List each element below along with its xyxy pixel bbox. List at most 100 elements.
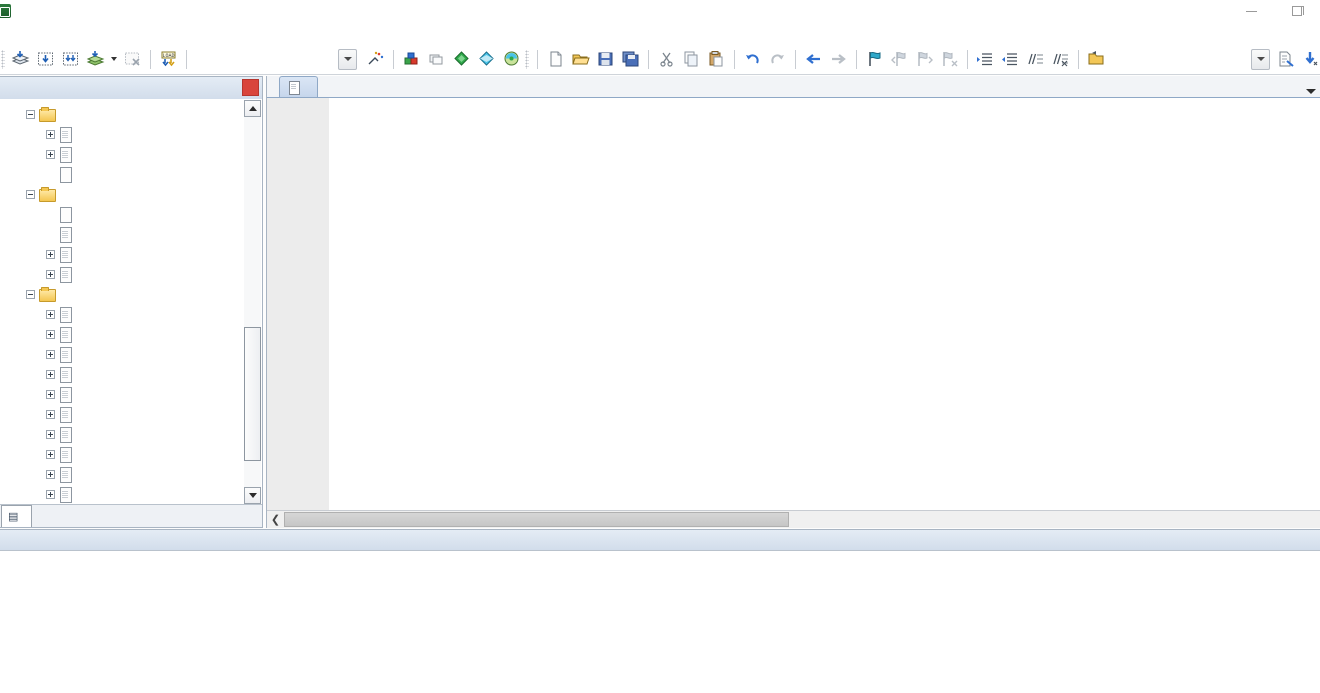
manage-multi-project-button[interactable] (424, 47, 449, 72)
tree-item[interactable] (0, 424, 244, 444)
navigate-forward-button[interactable] (826, 47, 851, 72)
comment-button[interactable] (1023, 47, 1048, 72)
expand-icon[interactable] (46, 270, 55, 279)
menu-item-flash[interactable] (48, 30, 64, 36)
menu-item-edit[interactable] (0, 30, 16, 36)
symbol-dropdown-button[interactable] (1251, 49, 1270, 70)
open-folder-yellow-icon-button[interactable] (1084, 47, 1109, 72)
build-output-content[interactable] (0, 552, 1320, 693)
batch-build-dropdown[interactable] (108, 47, 120, 72)
tree-item[interactable] (0, 104, 244, 124)
tree-item[interactable] (0, 484, 244, 504)
editor-horizontal-scrollbar[interactable]: ❮ (267, 510, 1320, 528)
tree-item[interactable] (0, 284, 244, 304)
expand-icon[interactable] (46, 430, 55, 439)
tree-item[interactable] (0, 224, 244, 244)
project-tree[interactable] (0, 100, 244, 504)
pin-icon[interactable] (222, 79, 239, 96)
manage-project-items-button[interactable] (399, 47, 424, 72)
tree-item[interactable] (0, 344, 244, 364)
hscroll-thumb[interactable] (284, 512, 789, 527)
goto-definition-button[interactable] (1273, 47, 1298, 72)
expand-icon[interactable] (46, 450, 55, 459)
target-options-button[interactable] (363, 47, 388, 72)
expand-icon[interactable] (46, 250, 55, 259)
pack-installer-button[interactable] (474, 47, 499, 72)
menu-item-debug[interactable] (64, 30, 80, 36)
tree-item[interactable] (0, 164, 244, 184)
tree-item[interactable] (0, 404, 244, 424)
target-dropdown-button[interactable] (338, 49, 357, 70)
tree-item[interactable] (0, 184, 244, 204)
expand-icon[interactable] (46, 150, 55, 159)
scroll-left-button[interactable]: ❮ (267, 511, 284, 528)
tab-functions[interactable] (32, 505, 53, 527)
new-file-button[interactable] (543, 47, 568, 72)
tree-item[interactable] (0, 384, 244, 404)
code-content[interactable] (267, 98, 1320, 510)
project-tree-scrollbar[interactable] (244, 100, 261, 504)
close-icon[interactable] (242, 79, 259, 96)
expand-icon[interactable] (46, 370, 55, 379)
tree-item[interactable] (0, 204, 244, 224)
stop-build-button[interactable] (120, 47, 145, 72)
tree-item[interactable] (0, 364, 244, 384)
paste-button[interactable] (704, 47, 729, 72)
clear-bookmarks-button[interactable] (937, 47, 962, 72)
toolbar-grip[interactable] (1, 50, 5, 69)
collapse-icon[interactable] (26, 290, 35, 299)
tree-item[interactable] (0, 444, 244, 464)
previous-bookmark-button[interactable] (887, 47, 912, 72)
tree-item[interactable] (0, 244, 244, 264)
tree-item[interactable] (0, 264, 244, 284)
undo-button[interactable] (740, 47, 765, 72)
target-selector-input[interactable] (196, 49, 336, 70)
code-editor[interactable] (267, 98, 1320, 510)
menu-item-project[interactable] (32, 30, 48, 36)
menu-item-tools[interactable] (96, 30, 112, 36)
scroll-track[interactable] (244, 117, 261, 487)
tree-item[interactable] (0, 464, 244, 484)
expand-icon[interactable] (46, 410, 55, 419)
translate-button[interactable] (8, 47, 33, 72)
rebuild-button[interactable] (58, 47, 83, 72)
next-bookmark-button[interactable] (912, 47, 937, 72)
tab-main-c[interactable] (279, 76, 318, 97)
collapse-icon[interactable] (26, 110, 35, 119)
batch-build-button[interactable] (83, 47, 108, 72)
expand-icon[interactable] (46, 130, 55, 139)
redo-button[interactable] (765, 47, 790, 72)
tab-project[interactable]: ▤ (1, 505, 32, 527)
expand-icon[interactable] (46, 330, 55, 339)
outdent-button[interactable] (998, 47, 1023, 72)
menu-item-view[interactable] (16, 30, 32, 36)
scroll-down-button[interactable] (244, 487, 261, 504)
expand-icon[interactable] (46, 390, 55, 399)
uncomment-button[interactable] (1048, 47, 1073, 72)
tree-item[interactable] (0, 144, 244, 164)
menu-item-window[interactable] (128, 30, 144, 36)
manage-run-time-button[interactable] (499, 47, 524, 72)
save-all-button[interactable] (618, 47, 643, 72)
expand-icon[interactable] (46, 350, 55, 359)
restore-button[interactable] (1274, 0, 1320, 22)
expand-icon[interactable] (46, 310, 55, 319)
symbol-search-input[interactable] (1109, 49, 1249, 70)
tree-item[interactable] (0, 124, 244, 144)
toolbar-grip-2[interactable] (525, 50, 529, 69)
scroll-up-button[interactable] (244, 100, 261, 117)
menu-item-peripherals[interactable] (80, 30, 96, 36)
build-button[interactable] (33, 47, 58, 72)
expand-icon[interactable] (46, 490, 55, 499)
scroll-thumb[interactable] (244, 327, 261, 461)
open-file-button[interactable] (568, 47, 593, 72)
tree-item[interactable] (0, 304, 244, 324)
expand-icon[interactable] (46, 470, 55, 479)
navigate-back-button[interactable] (801, 47, 826, 72)
menu-item-svcs[interactable] (112, 30, 128, 36)
tree-item[interactable] (0, 324, 244, 344)
insert-symbol-button[interactable] (1298, 47, 1320, 72)
download-button[interactable]: LOAD (156, 47, 181, 72)
toggle-bookmark-button[interactable] (862, 47, 887, 72)
menu-item-help[interactable] (144, 30, 160, 36)
